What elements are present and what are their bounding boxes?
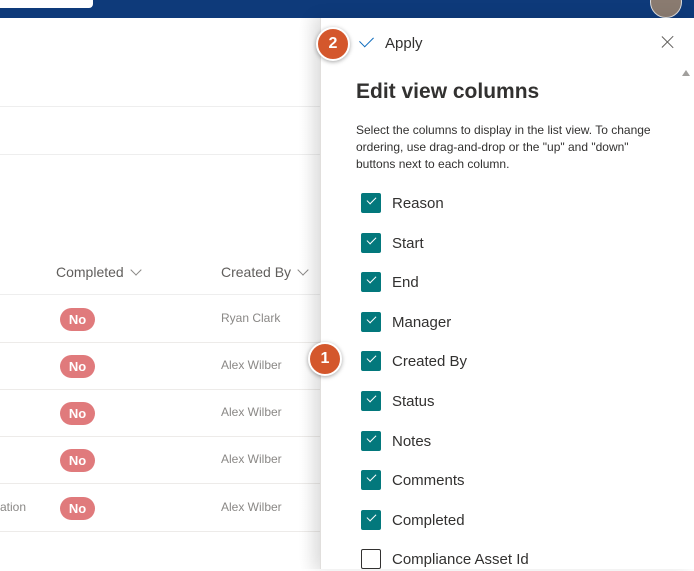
- callout-badge-2: 2: [316, 27, 350, 61]
- apply-label: Apply: [385, 34, 423, 52]
- checkbox-label: Status: [392, 392, 435, 410]
- callout-badge-1: 1: [308, 342, 342, 376]
- created-by-cell: Alex Wilber: [221, 452, 282, 466]
- checkbox-label: Notes: [392, 432, 432, 450]
- chevron-down-icon: [130, 264, 142, 276]
- column-checkbox-comments[interactable]: Comments: [361, 468, 465, 492]
- column-checkbox-start[interactable]: Start: [361, 231, 424, 255]
- created-by-cell: Alex Wilber: [221, 500, 282, 514]
- checkbox-label: Manager: [392, 313, 452, 331]
- scroll-up-arrow-icon[interactable]: [682, 70, 690, 76]
- column-checkbox-status[interactable]: Status: [361, 389, 435, 413]
- column-checkbox-end[interactable]: End: [361, 270, 419, 294]
- checkbox-checked-icon[interactable]: [361, 193, 381, 213]
- checkbox-checked-icon[interactable]: [361, 431, 381, 451]
- search-box[interactable]: [0, 0, 93, 8]
- divider: [0, 154, 330, 155]
- checkbox-label: Start: [392, 234, 424, 252]
- checkbox-checked-icon[interactable]: [361, 351, 381, 371]
- suite-bar: [0, 0, 694, 18]
- checkbox-label: Reason: [392, 194, 444, 212]
- column-header-created-by[interactable]: Created By: [221, 264, 309, 280]
- column-checkbox-created-by[interactable]: Created By: [361, 349, 467, 373]
- divider: [0, 106, 330, 107]
- panel-description: Select the columns to display in the lis…: [356, 123, 651, 171]
- column-header-completed[interactable]: Completed: [56, 264, 142, 280]
- status-badge: No: [60, 308, 95, 331]
- apply-button[interactable]: Apply: [359, 32, 423, 54]
- checkbox-unchecked-icon[interactable]: [361, 549, 381, 569]
- column-header-label: Created By: [221, 264, 292, 280]
- checkbox-label: Completed: [392, 511, 465, 529]
- column-checkbox-reason[interactable]: Reason: [361, 191, 444, 215]
- checkbox-label: Comments: [392, 471, 465, 489]
- status-badge: No: [60, 497, 95, 520]
- checkbox-checked-icon[interactable]: [361, 233, 381, 253]
- truncated-cell: ation: [0, 500, 27, 514]
- checkbox-label: End: [392, 273, 419, 291]
- status-badge: No: [60, 449, 95, 472]
- created-by-cell: Alex Wilber: [221, 405, 282, 419]
- checkbox-checked-icon[interactable]: [361, 470, 381, 490]
- panel-title: Edit view columns: [356, 80, 540, 103]
- avatar[interactable]: [650, 0, 682, 18]
- status-badge: No: [60, 355, 95, 378]
- column-checkbox-compliance-asset-id[interactable]: Compliance Asset Id: [361, 547, 529, 571]
- table-row[interactable]: ation No Alex Wilber: [0, 484, 330, 532]
- checkbox-label: Created By: [392, 352, 468, 370]
- checkbox-checked-icon[interactable]: [361, 312, 381, 332]
- checkbox-label: Compliance Asset Id: [392, 550, 529, 568]
- table-row[interactable]: No Alex Wilber: [0, 389, 330, 437]
- checkbox-checked-icon[interactable]: [361, 510, 381, 530]
- created-by-cell: Ryan Clark: [221, 311, 281, 325]
- column-checkbox-manager[interactable]: Manager: [361, 310, 451, 334]
- close-icon[interactable]: [657, 31, 679, 53]
- checkbox-checked-icon[interactable]: [361, 272, 381, 292]
- table-row[interactable]: No Alex Wilber: [0, 436, 330, 484]
- checkbox-checked-icon[interactable]: [361, 391, 381, 411]
- status-badge: No: [60, 402, 95, 425]
- checkmark-icon: [359, 32, 374, 48]
- table-row[interactable]: No Alex Wilber: [0, 342, 330, 390]
- column-checkbox-completed[interactable]: Completed: [361, 508, 465, 532]
- created-by-cell: Alex Wilber: [221, 358, 282, 372]
- table-row[interactable]: No Ryan Clark: [0, 295, 330, 343]
- column-checkbox-notes[interactable]: Notes: [361, 429, 431, 453]
- column-header-label: Completed: [56, 264, 124, 280]
